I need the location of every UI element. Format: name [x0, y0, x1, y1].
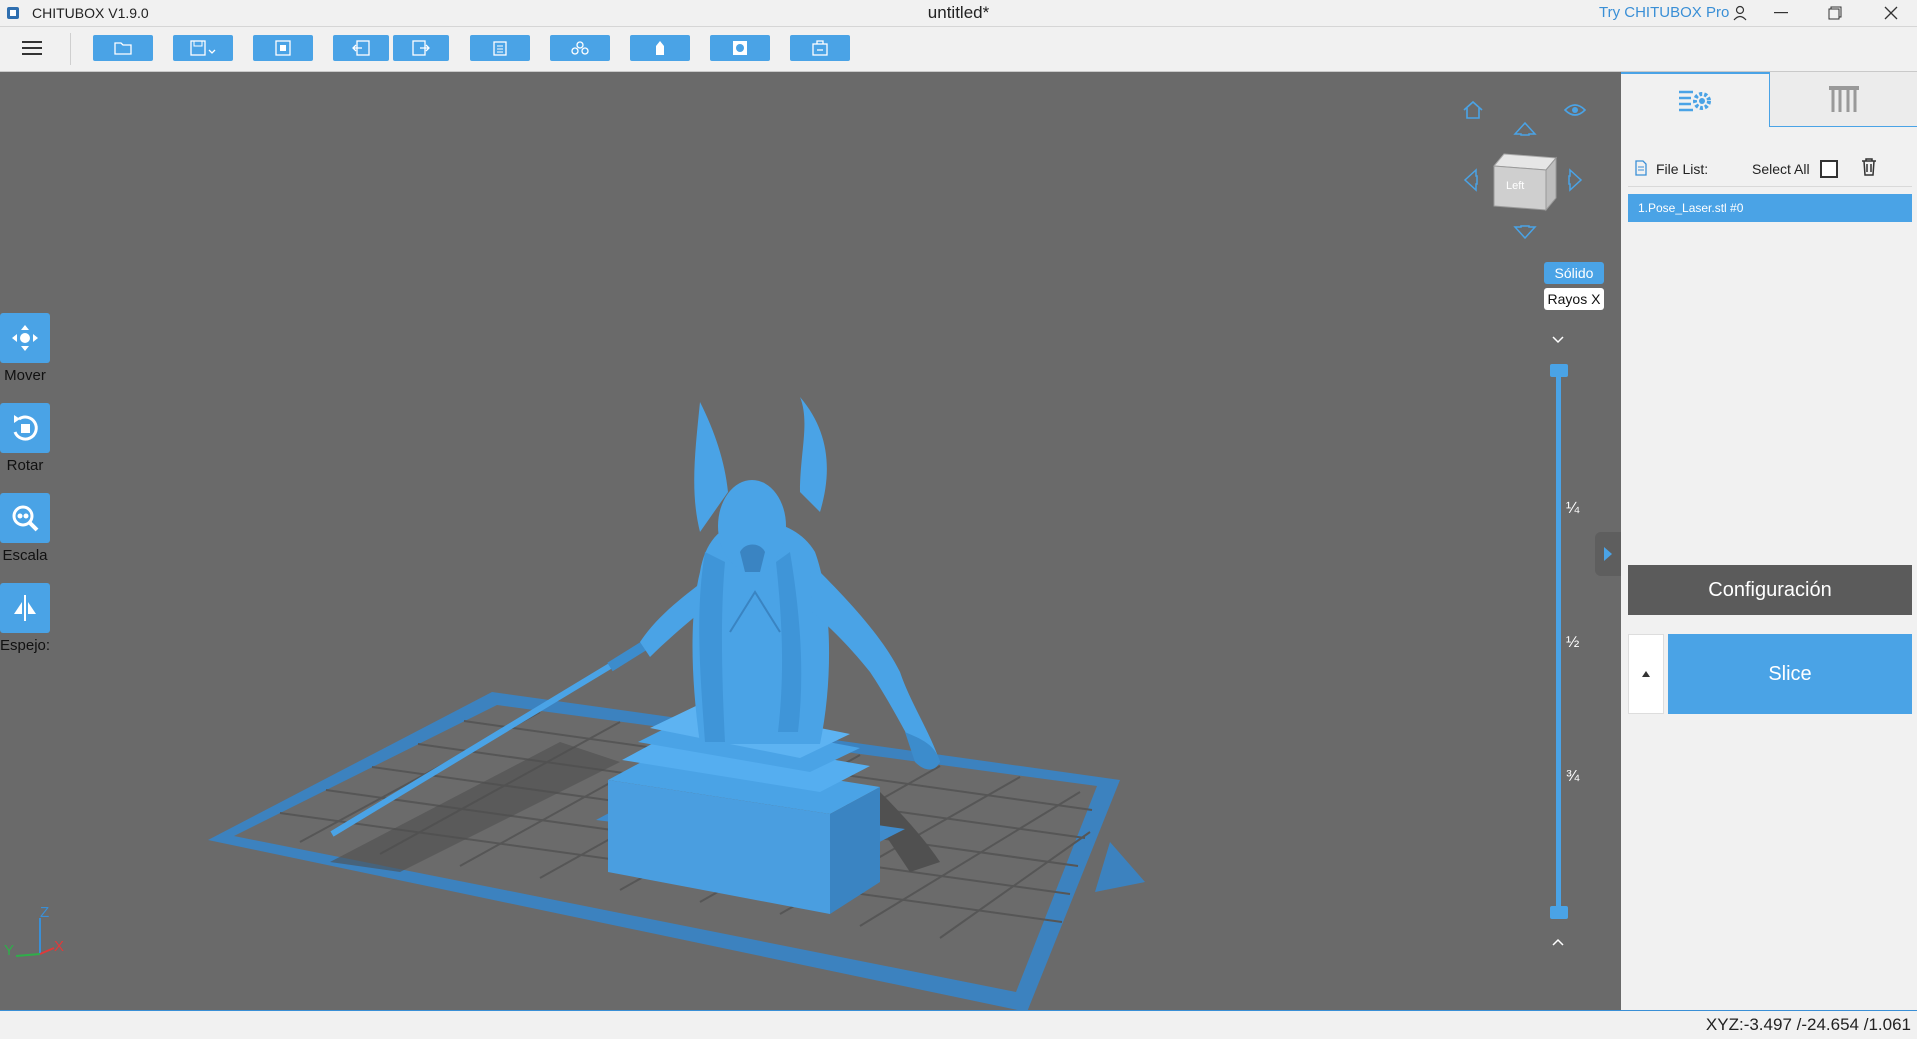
panel-toggle-button[interactable]	[1595, 532, 1621, 576]
dig-hole-button[interactable]	[790, 35, 850, 61]
play-arrow-icon	[1604, 547, 1612, 561]
rotate-tool[interactable]: Rotar	[0, 403, 50, 474]
hollow-icon	[733, 41, 747, 55]
slider-collapse-up-icon[interactable]	[1551, 332, 1565, 350]
view-down-icon[interactable]	[1513, 225, 1537, 246]
try-pro-link[interactable]: Try CHITUBOX Pro	[1599, 4, 1729, 21]
tab-settings[interactable]	[1621, 72, 1769, 128]
file-list-label: File List:	[1656, 161, 1709, 177]
slider-expand-down-icon[interactable]	[1551, 934, 1565, 952]
mirror-icon[interactable]	[0, 583, 50, 633]
support-button[interactable]	[630, 35, 690, 61]
multiply-icon	[571, 41, 589, 55]
close-icon[interactable]	[1880, 0, 1902, 26]
layer-slider-top-handle[interactable]	[1550, 364, 1568, 377]
slice-button[interactable]: Slice	[1668, 634, 1912, 714]
view-cube-face-label: Left	[1506, 180, 1525, 192]
view-right-icon[interactable]	[1568, 168, 1584, 197]
support-icon	[656, 41, 664, 55]
mirror-tool-label: Espejo:	[0, 637, 51, 654]
xray-mode-button[interactable]: Rayos X	[1544, 288, 1604, 310]
minimize-icon[interactable]	[1770, 0, 1792, 26]
list-settings-icon	[1679, 90, 1711, 112]
view-up-icon[interactable]	[1513, 120, 1537, 141]
layer-slider-bottom-handle[interactable]	[1550, 906, 1568, 919]
move-tool-label: Mover	[4, 367, 46, 384]
cursor-coordinates: XYZ:-3.497 /-24.654 /1.061	[1705, 1015, 1911, 1034]
toolbar-divider	[70, 33, 71, 65]
scale-tool[interactable]: Escala	[0, 493, 50, 564]
slider-mark-quarter: ¼	[1566, 500, 1580, 517]
move-icon[interactable]	[0, 313, 50, 363]
slider-mark-three-quarter: ¾	[1566, 768, 1580, 785]
scale-tool-label: Escala	[2, 547, 48, 564]
scale-icon[interactable]	[0, 493, 50, 543]
delete-icon[interactable]	[1861, 158, 1877, 181]
view-cube[interactable]: Left	[1490, 150, 1562, 212]
right-panel: File List: Select All 1.Pose_Laser.stl #…	[1621, 72, 1917, 1010]
folder-icon	[114, 42, 132, 55]
plate-orientation-marker	[1095, 842, 1145, 892]
triangle-up-icon	[1642, 671, 1650, 677]
3d-viewport[interactable]: Mover Rotar Escala Espejo: Left Sólido R…	[0, 72, 1620, 1010]
status-bar: XYZ:-3.497 /-24.654 /1.061	[0, 1010, 1917, 1039]
file-list-item[interactable]: 1.Pose_Laser.stl #0	[1628, 194, 1912, 222]
file-icon	[1634, 160, 1648, 181]
dig-hole-icon	[812, 40, 828, 56]
restore-icon[interactable]	[1824, 0, 1846, 26]
copy-icon	[493, 41, 507, 56]
support-pillars-icon	[1829, 86, 1859, 112]
scene-canvas	[208, 397, 1145, 1010]
slice-options-button[interactable]	[1628, 634, 1664, 714]
select-all-checkbox[interactable]	[1820, 160, 1838, 178]
axis-z-label: Z	[40, 904, 50, 921]
solid-mode-button[interactable]: Sólido	[1544, 262, 1604, 284]
layout-icon	[275, 40, 291, 56]
main-toolbar	[0, 27, 1917, 72]
redo-button[interactable]	[393, 35, 449, 61]
home-view-icon[interactable]	[1462, 100, 1484, 125]
mirror-tool[interactable]: Espejo:	[0, 583, 50, 654]
slider-mark-half: ½	[1566, 634, 1580, 651]
select-all-label: Select All	[1752, 161, 1810, 177]
hamburger-menu-icon[interactable]	[18, 37, 46, 61]
axis-y-label: Y	[4, 942, 15, 959]
configuration-button[interactable]: Configuración	[1628, 565, 1912, 615]
save-icon	[190, 40, 216, 56]
copy-button[interactable]	[470, 35, 530, 61]
rotate-icon[interactable]	[0, 403, 50, 453]
move-tool[interactable]: Mover	[0, 313, 50, 384]
auto-layout-button[interactable]	[253, 35, 313, 61]
layer-slider-track[interactable]	[1556, 370, 1561, 914]
hollow-button[interactable]	[710, 35, 770, 61]
title-bar: CHITUBOX V1.9.0 untitled* Try CHITUBOX P…	[0, 0, 1917, 27]
save-file-button[interactable]	[173, 35, 233, 61]
axis-x-label: X	[54, 938, 65, 955]
undo-icon	[352, 40, 370, 56]
visibility-icon[interactable]	[1563, 102, 1587, 123]
undo-button[interactable]	[333, 35, 389, 61]
file-list-divider	[1628, 186, 1912, 187]
axis-indicator: Z X Y	[4, 904, 68, 964]
tab-supports[interactable]	[1769, 72, 1917, 127]
multiply-button[interactable]	[550, 35, 610, 61]
rotate-tool-label: Rotar	[6, 457, 44, 474]
user-icon[interactable]	[1729, 0, 1751, 26]
redo-icon	[412, 40, 430, 56]
open-file-button[interactable]	[93, 35, 153, 61]
view-left-icon[interactable]	[1462, 168, 1478, 197]
